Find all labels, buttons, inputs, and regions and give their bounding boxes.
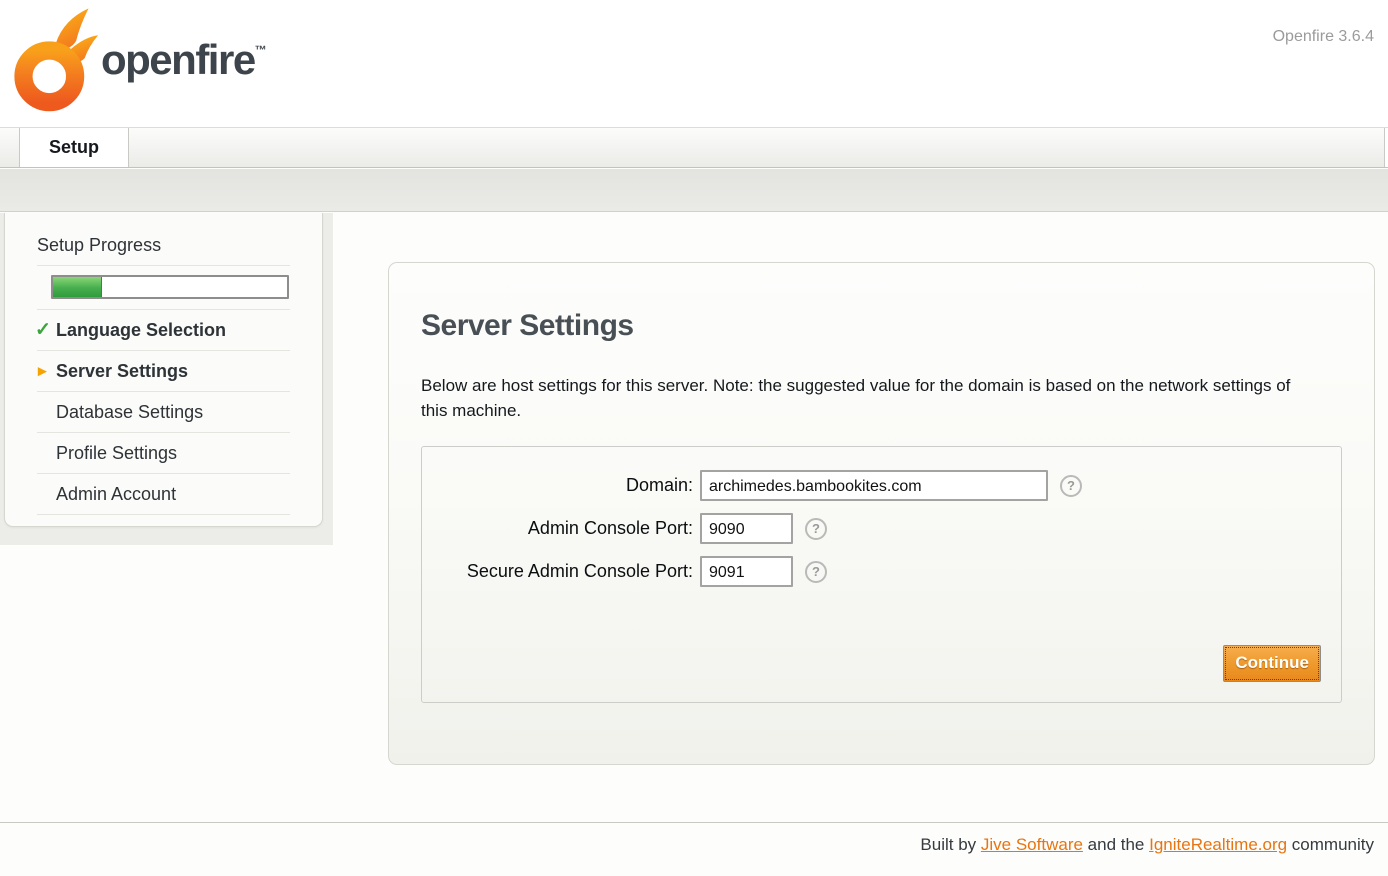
sub-nav-bar — [0, 169, 1388, 212]
progress-fill — [53, 277, 102, 297]
form-row-domain: Domain: ? — [422, 470, 1341, 501]
setup-steps-list: ✓ Language Selection ▶ Server Settings D… — [37, 309, 290, 515]
footer: Built by Jive Software and the IgniteRea… — [0, 822, 1388, 855]
footer-text-suffix: community — [1287, 835, 1374, 854]
trademark-symbol: ™ — [255, 43, 267, 57]
form-row-admin-console-port: Admin Console Port: ? — [422, 513, 1341, 544]
sidebar-item-profile-settings: Profile Settings — [37, 433, 290, 474]
help-icon[interactable]: ? — [805, 561, 827, 583]
sidebar-item-label: Profile Settings — [56, 443, 177, 464]
header: openfire™ Openfire 3.6.4 — [0, 0, 1388, 127]
igniterealtime-link[interactable]: IgniteRealtime.org — [1149, 835, 1287, 854]
main-content-panel: Server Settings Below are host settings … — [388, 262, 1375, 765]
continue-button[interactable]: Continue — [1223, 645, 1321, 682]
secure-admin-console-port-label: Secure Admin Console Port: — [422, 561, 700, 582]
version-label: Openfire 3.6.4 — [1273, 28, 1374, 46]
help-icon[interactable]: ? — [805, 518, 827, 540]
admin-console-port-label: Admin Console Port: — [422, 518, 700, 539]
sidebar-item-server-settings: ▶ Server Settings — [37, 351, 290, 392]
help-icon[interactable]: ? — [1060, 475, 1082, 497]
tab-bar: Setup — [0, 127, 1388, 168]
setup-progress-bar — [51, 275, 289, 299]
sidebar-item-label: Server Settings — [56, 361, 188, 382]
admin-console-port-input[interactable] — [700, 513, 793, 544]
secure-admin-console-port-input[interactable] — [700, 556, 793, 587]
server-settings-form: Domain: ? Admin Console Port: ? Secure A… — [421, 446, 1342, 703]
page-title: Server Settings — [421, 309, 634, 343]
brand-wordmark: openfire™ — [101, 36, 267, 84]
sidebar-item-label: Language Selection — [56, 320, 226, 341]
domain-input[interactable] — [700, 470, 1048, 501]
continue-button-label: Continue — [1225, 647, 1319, 680]
form-row-secure-admin-console-port: Secure Admin Console Port: ? — [422, 556, 1341, 587]
setup-progress-title: Setup Progress — [37, 235, 290, 266]
sidebar-item-label: Admin Account — [56, 484, 176, 505]
setup-progress-panel: Setup Progress ✓ Language Selection ▶ Se… — [4, 213, 323, 527]
sidebar-item-admin-account: Admin Account — [37, 474, 290, 515]
page-description: Below are host settings for this server.… — [421, 373, 1296, 423]
tab-setup-label: Setup — [49, 137, 99, 158]
tab-bar-right-sliver — [1384, 128, 1388, 167]
check-icon: ✓ — [35, 319, 51, 342]
openfire-logo-icon — [12, 6, 100, 118]
footer-text-middle: and the — [1083, 835, 1149, 854]
domain-label: Domain: — [422, 475, 700, 496]
jive-software-link[interactable]: Jive Software — [981, 835, 1083, 854]
footer-text-prefix: Built by — [920, 835, 980, 854]
sidebar-item-database-settings: Database Settings — [37, 392, 290, 433]
sidebar-item-language-selection: ✓ Language Selection — [37, 310, 290, 351]
sidebar-item-label: Database Settings — [56, 402, 203, 423]
brand-text: openfire — [101, 36, 255, 83]
tab-setup[interactable]: Setup — [19, 128, 129, 167]
arrow-right-icon: ▶ — [38, 365, 46, 378]
